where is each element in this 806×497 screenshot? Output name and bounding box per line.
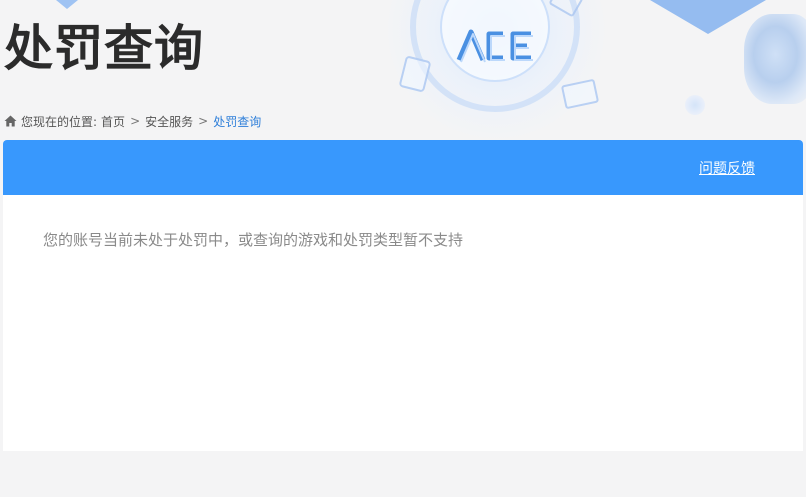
feedback-link[interactable]: 问题反馈 xyxy=(699,158,755,178)
panel-body: 您的账号当前未处于处罚中，或查询的游戏和处罚类型暂不支持 xyxy=(3,195,803,285)
page-title: 处罚查询 xyxy=(4,20,205,77)
breadcrumb-separator: > xyxy=(198,114,209,128)
breadcrumb-security-link[interactable]: 安全服务 xyxy=(145,113,193,130)
ace-logo-icon xyxy=(456,29,533,63)
home-icon xyxy=(4,115,17,127)
character-art xyxy=(744,14,806,104)
result-panel: 问题反馈 您的账号当前未处于处罚中，或查询的游戏和处罚类型暂不支持 xyxy=(3,140,803,451)
breadcrumb-current: 处罚查询 xyxy=(213,114,262,129)
breadcrumb-separator: > xyxy=(130,114,141,128)
banner-triangle-small xyxy=(56,0,78,9)
breadcrumb-home-link[interactable]: 首页 xyxy=(101,113,125,130)
banner-dot xyxy=(685,95,705,115)
status-message: 您的账号当前未处于处罚中，或查询的游戏和处罚类型暂不支持 xyxy=(43,231,464,249)
breadcrumb: 您现在的位置: 首页 > 安全服务 > 处罚查询 xyxy=(4,112,261,130)
panel-header: 问题反馈 xyxy=(3,140,803,195)
breadcrumb-prefix: 您现在的位置: xyxy=(21,114,98,129)
